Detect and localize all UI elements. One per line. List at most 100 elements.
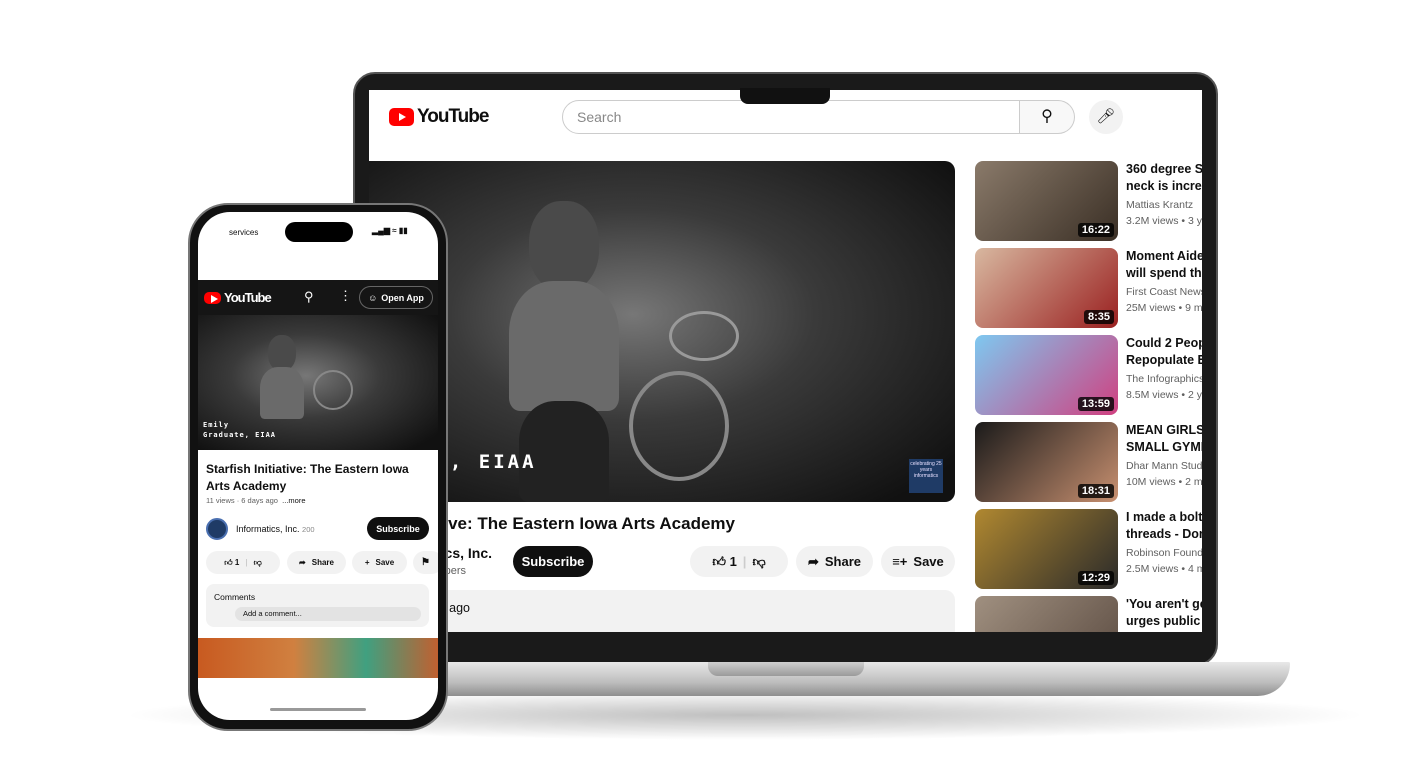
thumbs-up-icon: 👍︎ (712, 553, 726, 569)
logo-text: YouTube (224, 290, 272, 305)
recommended-video[interactable]: 8:35 Moment Aiden Fucci learns he will spe… (975, 248, 1202, 330)
rec-channel[interactable]: The Infographics Show (1126, 371, 1202, 387)
flag-icon: ⚑ (421, 557, 430, 568)
rec-meta: 2.5M views • 4 months ago (1126, 563, 1202, 575)
description-box[interactable]: 11 views 6 days ago (369, 590, 955, 632)
youtube-logo[interactable]: YouTube (389, 106, 489, 128)
video-player[interactable]: te, EIAA celebrating 25 years informatic… (369, 161, 955, 502)
mobile-save-button[interactable]: + Save (352, 551, 407, 574)
search-icon[interactable]: ⚲ (304, 289, 314, 305)
mic-button[interactable]: 🎤︎ (1089, 100, 1123, 134)
like-count: 1 (729, 553, 737, 569)
account-icon: ☺ (368, 292, 378, 303)
report-button[interactable]: ⚑ (413, 551, 438, 574)
thumbs-down-icon[interactable]: 👎︎ (254, 558, 262, 568)
video-thumbnail[interactable]: 13:59 (975, 335, 1118, 415)
mobile-video-caption: Emily Graduate, EIAA (203, 420, 276, 440)
comment-input[interactable]: Add a comment... (235, 607, 421, 621)
drum (313, 370, 353, 410)
comments-section[interactable]: Comments Add a comment... (206, 584, 429, 627)
mobile-video-meta: 11 views · 6 days ago (206, 496, 278, 505)
next-video-thumbnail[interactable] (198, 638, 438, 678)
dislike-button[interactable]: 👎︎ (752, 554, 765, 570)
thumbs-down-icon: 👎︎ (752, 553, 766, 569)
rec-title-line2: will spend the rest of his life (1126, 266, 1202, 280)
rec-title: MEAN GIRLS MAKE FUN OF (1126, 423, 1202, 437)
duration-badge: 12:29 (1077, 571, 1114, 585)
mobile-channel-row: Informatics, Inc. 200 (236, 524, 315, 534)
rec-info: 'You aren't getting paid' urges public to (1126, 596, 1202, 632)
mobile-share-button[interactable]: ➦ Share (287, 551, 346, 574)
carrier-text: services (229, 228, 259, 237)
duration-badge: 13:59 (1077, 397, 1114, 411)
signal-icon: ▂▄▆ (372, 226, 390, 235)
rec-info: Moment Aiden Fucci learns he will spend t… (1126, 248, 1202, 316)
open-app-button[interactable]: ☺ Open App (359, 286, 433, 309)
caption-name: Emily (203, 421, 230, 429)
rec-channel[interactable]: Dhar Mann Studios (1126, 458, 1202, 474)
thumbs-up-icon: 👍︎ (224, 557, 233, 567)
recommended-video[interactable]: 12:29 I made a bolt with maze threads - Do… (975, 509, 1202, 591)
battery-icon: ▮▮ (398, 226, 408, 235)
mobile-meta-row: 11 views · 6 days ago ...more (206, 496, 306, 505)
rec-meta: 8.5M views • 2 years ago (1126, 389, 1202, 401)
channel-avatar[interactable] (206, 518, 228, 540)
rec-title: 'You aren't getting paid' (1126, 597, 1202, 611)
save-button[interactable]: ≡+ Save (881, 546, 955, 577)
rec-channel[interactable]: Mattias Krantz (1126, 197, 1202, 213)
channel-watermark: celebrating 25 years informatics (909, 459, 943, 493)
rec-channel[interactable]: First Coast News (1126, 284, 1202, 300)
duration-badge: 18:31 (1077, 484, 1114, 498)
recommended-video[interactable]: 13:59 Could 2 People Repopulate Earth? The … (975, 335, 1202, 417)
video-thumbnail[interactable]: 18:31 (975, 422, 1118, 502)
mic-icon: 🎤︎ (1096, 108, 1116, 125)
recommended-video[interactable]: 'You aren't getting paid' urges public to (975, 596, 1202, 632)
recommended-video[interactable]: 18:31 MEAN GIRLS MAKE FUN OF SMALL GYMNAST… (975, 422, 1202, 504)
like-dislike-group: 👍︎ 1 | 👎︎ (690, 546, 788, 577)
mobile-subscribe-button[interactable]: Subscribe (367, 517, 429, 540)
youtube-logo[interactable]: YouTube (204, 290, 272, 305)
mobile-channel-name[interactable]: Informatics, Inc. (236, 524, 300, 534)
rec-title-line2: Repopulate Earth? (1126, 353, 1202, 367)
more-link[interactable]: ...more (282, 496, 305, 505)
share-icon: ➦ (299, 558, 306, 567)
plus-icon: + (364, 558, 370, 567)
search-button[interactable]: ⚲ (1020, 100, 1075, 134)
rec-info: Could 2 People Repopulate Earth? The Infog… (1126, 335, 1202, 403)
rec-channel[interactable]: Robinson Foundry (1126, 545, 1202, 561)
rec-title: Could 2 People (1126, 336, 1202, 350)
like-button[interactable]: 👍︎ 1 (712, 554, 736, 570)
rec-info: MEAN GIRLS MAKE FUN OF SMALL GYMNAST Dhar … (1126, 422, 1202, 490)
save-label: Save (913, 554, 944, 569)
caption-role: Graduate, EIAA (203, 431, 277, 439)
video-thumbnail[interactable]: 8:35 (975, 248, 1118, 328)
subscribe-button[interactable]: Subscribe (513, 546, 593, 577)
duration-badge: 16:22 (1077, 223, 1114, 237)
drum (669, 311, 739, 361)
video-thumbnail[interactable]: 16:22 (975, 161, 1118, 241)
rec-title-line2: neck is incredible (1126, 179, 1202, 193)
youtube-play-icon (204, 291, 221, 304)
mobile-header: YouTube ⚲ ⋮ ☺ Open App (198, 280, 438, 315)
search-icon: ⚲ (1041, 108, 1053, 125)
mobile-like-dislike: 👍︎ 1 | 👎︎ (206, 551, 280, 574)
share-button[interactable]: ➦ Share (796, 546, 873, 577)
status-icons: ▂▄▆ ≈ ▮▮ (372, 226, 408, 235)
video-thumbnail[interactable] (975, 596, 1118, 632)
more-options-icon[interactable]: ⋮ (339, 288, 352, 304)
rec-meta: 10M views • 2 months ago (1126, 476, 1202, 488)
recommended-video[interactable]: 16:22 360 degree SPINNING guitar neck is i… (975, 161, 1202, 243)
rec-title-line2: SMALL GYMNAST (1126, 440, 1202, 454)
video-thumbnail[interactable]: 12:29 (975, 509, 1118, 589)
mobile-video-player[interactable]: Emily Graduate, EIAA (198, 315, 438, 450)
like-button[interactable]: 👍︎ 1 (224, 558, 239, 568)
save-label: Save (375, 558, 395, 567)
logo-text: YouTube (417, 106, 489, 127)
rec-info: 360 degree SPINNING guitar neck is incred… (1126, 161, 1202, 229)
rec-meta: 3.2M views • 3 years ago (1126, 215, 1202, 227)
search-input[interactable]: Search (562, 100, 1020, 134)
youtube-play-icon (389, 108, 414, 126)
divider: | (245, 558, 248, 567)
comments-label: Comments (214, 592, 256, 602)
share-label: Share (311, 558, 334, 567)
